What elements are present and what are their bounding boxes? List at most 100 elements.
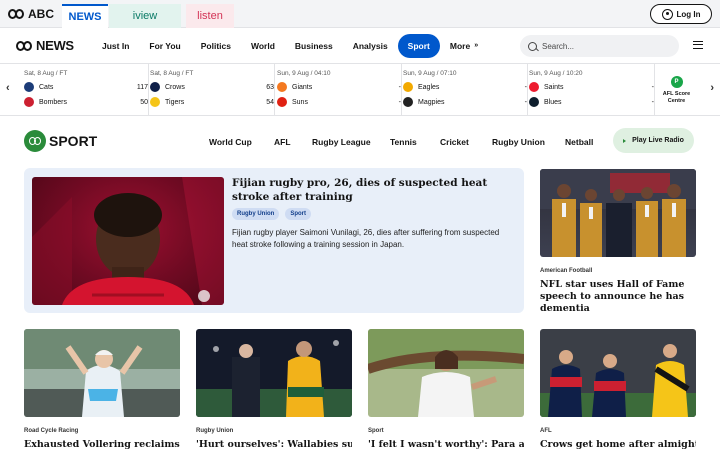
nav-world[interactable]: World <box>241 34 285 58</box>
user-icon <box>661 8 673 20</box>
menu-icon[interactable] <box>693 41 703 49</box>
team-logo-icon <box>24 97 34 107</box>
network-bar: ABC NEWS iview listen Log In <box>0 0 720 28</box>
story-category[interactable]: Sport <box>368 428 524 434</box>
team-row: Blues - <box>529 97 654 107</box>
sport-link-rugby-league[interactable]: Rugby League <box>312 137 371 147</box>
search-input[interactable]: Search... <box>520 35 679 57</box>
chevron-left-icon[interactable]: ‹ <box>6 82 10 94</box>
main-nav: NEWS Just In For You Politics World Busi… <box>0 28 720 64</box>
story-image[interactable] <box>368 329 524 417</box>
story-category[interactable]: AFL <box>540 428 696 434</box>
rugby-player-photo <box>32 177 224 305</box>
afl-match-photo <box>540 329 696 417</box>
sport-header: SPORT World Cup AFL Rugby League Tennis … <box>0 116 720 168</box>
sport-link-cricket[interactable]: Cricket <box>440 137 469 147</box>
team-logo-icon <box>529 82 539 92</box>
feature-image[interactable] <box>32 177 224 305</box>
score-card[interactable]: Sun, 9 Aug / 07:10 Eagles - Magpies - <box>403 64 528 116</box>
nav-just-in[interactable]: Just In <box>92 34 139 58</box>
score-ticker: ‹ Sat, 8 Aug / FT Cats 117 Bombers 50 Sat,… <box>0 64 720 116</box>
chevron-double-down-icon: » <box>474 42 479 49</box>
radio-label: Play Live Radio <box>632 137 684 144</box>
score-meta: Sun, 9 Aug / 10:20 <box>529 70 583 77</box>
login-button[interactable]: Log In <box>650 4 712 24</box>
feature-story[interactable]: Fijian rugby pro, 26, dies of suspected … <box>24 168 524 313</box>
story-image[interactable] <box>540 329 696 417</box>
score-meta: Sat, 8 Aug / FT <box>24 70 68 77</box>
story-headline[interactable]: 'Hurt ourselves': Wallabies survive <box>196 439 352 451</box>
story-category[interactable]: Rugby Union <box>196 428 352 434</box>
abc-lissajous-icon <box>16 40 32 51</box>
chevron-right-icon[interactable]: › <box>710 82 714 94</box>
team-logo-icon <box>529 97 539 107</box>
tab-news[interactable]: NEWS <box>62 3 108 28</box>
afl-score-centre-link[interactable]: P AFL Score Centre <box>654 64 698 116</box>
team-row: Saints - <box>529 82 654 92</box>
nav-for-you[interactable]: For You <box>139 34 190 58</box>
abc-logo-text: ABC <box>28 6 54 21</box>
side-story-headline[interactable]: NFL star uses Hall of Fame speech to ann… <box>540 279 700 315</box>
team-row: Cats 117 <box>24 82 148 92</box>
story-headline[interactable]: 'I felt I wasn't worthy': Para athletes <box>368 439 524 451</box>
sport-link-netball[interactable]: Netball <box>565 137 593 147</box>
side-story-category[interactable]: American Football <box>540 268 592 274</box>
abc-logo[interactable]: ABC <box>8 7 54 21</box>
score-card[interactable]: Sun, 9 Aug / 04:10 Giants - Suns - <box>277 64 402 116</box>
team-row: Eagles - <box>403 82 527 92</box>
team-row: Tigers 54 <box>150 97 274 107</box>
sport-link-afl[interactable]: AFL <box>274 137 291 147</box>
team-row: Giants - <box>277 82 401 92</box>
login-label: Log In <box>676 9 701 19</box>
story-headline[interactable]: Crows get home after almighty <box>540 439 696 451</box>
para-athlete-photo <box>368 329 524 417</box>
story-card[interactable]: Rugby Union 'Hurt ourselves': Wallabies … <box>196 329 352 451</box>
feature-tags: Rugby Union Sport <box>232 208 311 220</box>
story-card[interactable]: Road Cycle Racing Exhausted Vollering re… <box>24 329 180 451</box>
score-card[interactable]: Sat, 8 Aug / FT Cats 117 Bombers 50 <box>24 64 149 116</box>
nav-analysis[interactable]: Analysis <box>343 34 398 58</box>
story-category[interactable]: Road Cycle Racing <box>24 428 180 434</box>
afl-icon: P <box>670 76 683 89</box>
abc-news-logo[interactable]: NEWS <box>16 38 92 53</box>
team-logo-icon <box>277 97 287 107</box>
tag-sport[interactable]: Sport <box>285 208 311 220</box>
score-meta: Sun, 9 Aug / 04:10 <box>277 70 331 77</box>
team-row: Suns - <box>277 97 401 107</box>
team-logo-icon <box>403 82 413 92</box>
story-headline[interactable]: Exhausted Vollering reclaims <box>24 439 180 451</box>
story-card[interactable]: Sport 'I felt I wasn't worthy': Para ath… <box>368 329 524 451</box>
cyclist-photo <box>24 329 180 417</box>
play-live-radio-button[interactable]: Play Live Radio <box>613 128 694 153</box>
story-image[interactable] <box>196 329 352 417</box>
tab-listen[interactable]: listen <box>186 3 234 28</box>
team-logo-icon <box>24 82 34 92</box>
team-row: Magpies - <box>403 97 527 107</box>
sport-link-rugby-union[interactable]: Rugby Union <box>492 137 545 147</box>
score-meta: Sun, 9 Aug / 07:10 <box>403 70 457 77</box>
sport-logo-text: SPORT <box>49 133 98 149</box>
tag-rugby-union[interactable]: Rugby Union <box>232 208 280 220</box>
hall-of-fame-photo <box>540 169 696 257</box>
team-row: Bombers 50 <box>24 97 148 107</box>
abc-sport-badge-icon <box>24 130 46 152</box>
feature-headline[interactable]: Fijian rugby pro, 26, dies of suspected … <box>232 177 514 204</box>
sport-link-world-cup[interactable]: World Cup <box>209 137 252 147</box>
sport-link-tennis[interactable]: Tennis <box>390 137 417 147</box>
side-story-image[interactable] <box>540 169 696 257</box>
afl-centre-line2: Centre <box>667 97 686 104</box>
team-logo-icon <box>277 82 287 92</box>
story-card[interactable]: AFL Crows get home after almighty <box>540 329 696 451</box>
abc-sport-logo[interactable]: SPORT <box>24 130 97 152</box>
nav-politics[interactable]: Politics <box>191 34 241 58</box>
score-card[interactable]: Sat, 8 Aug / FT Crows 63 Tigers 54 <box>150 64 275 116</box>
story-image[interactable] <box>24 329 180 417</box>
nav-business[interactable]: Business <box>285 34 343 58</box>
search-icon <box>528 41 537 51</box>
score-card[interactable]: Sun, 9 Aug / 10:20 Saints - Blues - <box>529 64 654 116</box>
news-logo-text: NEWS <box>36 38 74 53</box>
nav-more[interactable]: More » <box>440 34 488 58</box>
abc-lissajous-icon <box>8 8 24 19</box>
tab-iview[interactable]: iview <box>109 3 181 28</box>
nav-sport[interactable]: Sport <box>397 33 440 58</box>
